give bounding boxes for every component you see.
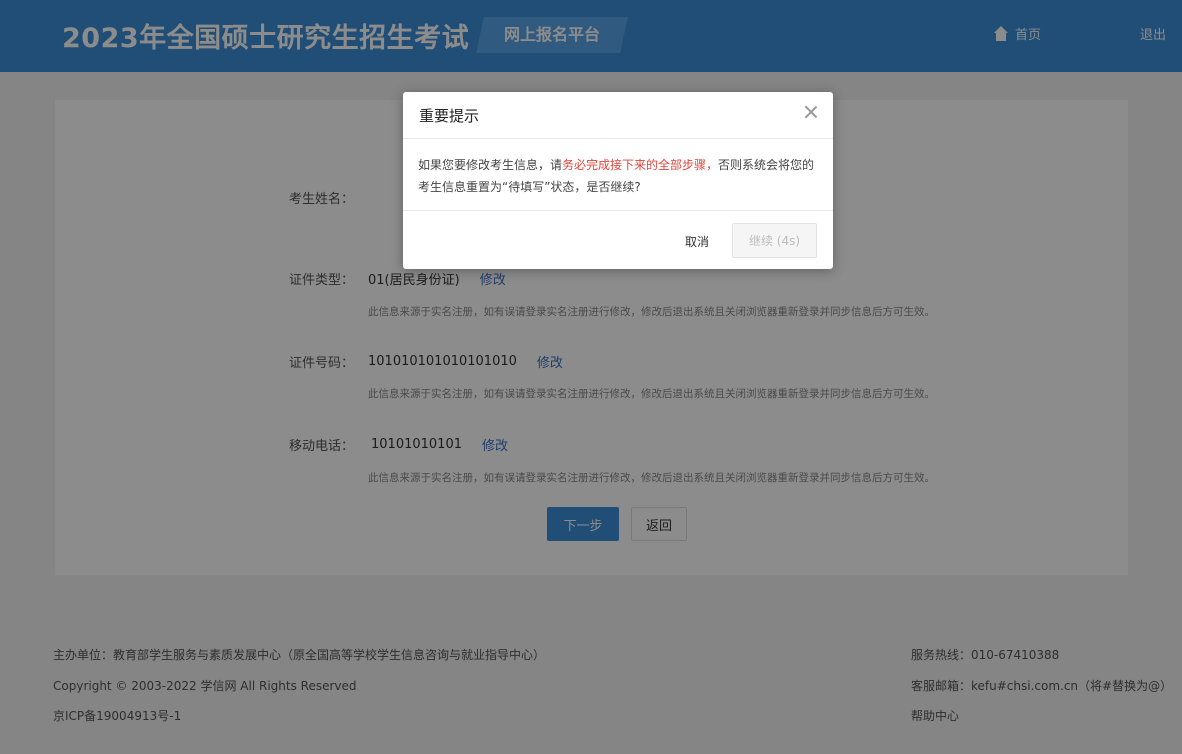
cancel-button[interactable]: 取消	[667, 224, 727, 258]
continue-button[interactable]: 继续 (4s)	[732, 223, 817, 258]
dialog-footer-divider	[403, 210, 833, 211]
close-icon[interactable]	[803, 104, 819, 120]
dialog-message-part1: 如果您要修改考生信息，请	[418, 158, 563, 172]
important-notice-dialog: 重要提示 如果您要修改考生信息，请务必完成接下来的全部步骤，否则系统会将您的考生…	[403, 92, 833, 269]
dialog-warning-text: 务必完成接下来的全部步骤，	[562, 158, 719, 172]
dialog-header-divider	[403, 138, 833, 139]
dialog-title: 重要提示	[419, 107, 480, 125]
dialog-message: 如果您要修改考生信息，请务必完成接下来的全部步骤，否则系统会将您的考生信息重置为…	[418, 154, 818, 198]
